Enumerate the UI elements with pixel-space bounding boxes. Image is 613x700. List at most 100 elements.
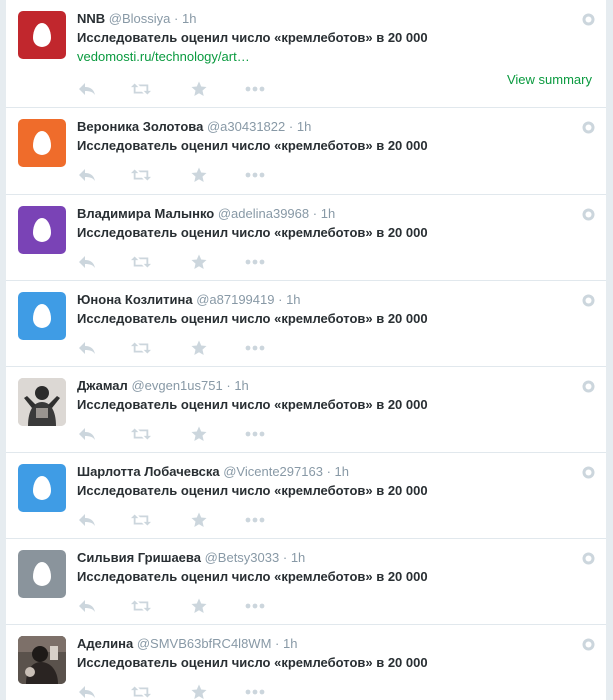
star-icon[interactable] [189, 80, 209, 98]
user-name[interactable]: NNB [77, 11, 105, 26]
separator-dot: · [288, 119, 294, 134]
tweet[interactable]: Вероника Золотова @a30431822 · 1h Исслед… [6, 108, 606, 195]
user-name[interactable]: Джамал [77, 378, 128, 393]
more-icon[interactable] [245, 80, 265, 98]
tweet-header: Шарлотта Лобачевска @Vicente297163 · 1h [77, 463, 577, 481]
reply-icon[interactable] [77, 683, 97, 700]
retweet-icon[interactable] [131, 683, 151, 700]
reply-icon[interactable] [77, 253, 97, 271]
retweet-icon[interactable] [131, 339, 151, 357]
retweet-icon[interactable] [131, 253, 151, 271]
reply-icon[interactable] [77, 339, 97, 357]
reply-icon[interactable] [77, 80, 97, 98]
tweet-text: Исследователь оценил число «кремлеботов»… [77, 138, 428, 153]
tweet[interactable]: Владимира Малынко @adelina39968 · 1h Исс… [6, 195, 606, 281]
egg-avatar-icon [33, 131, 51, 155]
tweet[interactable]: Джамал @evgen1us751 · 1h Исследователь о… [6, 367, 606, 453]
tweet-actions [77, 511, 277, 529]
reply-icon[interactable] [77, 166, 97, 184]
tweet-text: Исследователь оценил число «кремлеботов»… [77, 655, 428, 670]
avatar[interactable] [18, 550, 66, 598]
more-icon[interactable] [245, 166, 265, 184]
star-icon[interactable] [189, 683, 209, 700]
user-handle[interactable]: @Betsy3033 [205, 550, 280, 565]
more-icon[interactable] [245, 339, 265, 357]
tweet-header: Сильвия Гришаева @Betsy3033 · 1h [77, 549, 577, 567]
tweet-actions [77, 683, 277, 700]
user-name[interactable]: Сильвия Гришаева [77, 550, 201, 565]
timestamp[interactable]: 1h [283, 636, 297, 651]
tweet-actions [77, 253, 277, 271]
retweet-icon[interactable] [131, 511, 151, 529]
more-icon[interactable] [245, 425, 265, 443]
tweet-link[interactable]: vedomosti.ru/technology/art… [77, 48, 250, 66]
avatar[interactable] [18, 119, 66, 167]
timestamp[interactable]: 1h [297, 119, 311, 134]
retweet-icon[interactable] [131, 425, 151, 443]
star-icon[interactable] [189, 597, 209, 615]
separator-dot: · [174, 11, 179, 26]
tweet-actions [77, 80, 277, 98]
reply-icon[interactable] [77, 425, 97, 443]
more-icon[interactable] [245, 597, 265, 615]
avatar[interactable] [18, 206, 66, 254]
tweet[interactable]: Сильвия Гришаева @Betsy3033 · 1h Исследо… [6, 539, 606, 625]
user-handle[interactable]: @adelina39968 [218, 206, 309, 221]
tweet-actions [77, 425, 277, 443]
user-handle[interactable]: @Blossiya [109, 11, 171, 26]
separator-dot: · [275, 636, 280, 651]
user-handle[interactable]: @evgen1us751 [131, 378, 222, 393]
star-icon[interactable] [189, 425, 209, 443]
tweet-text: Исследователь оценил число «кремлеботов»… [77, 397, 428, 412]
user-name[interactable]: Аделина [77, 636, 133, 651]
tweet[interactable]: NNB @Blossiya · 1h Исследователь оценил … [6, 0, 606, 108]
timestamp[interactable]: 1h [182, 11, 196, 26]
reply-icon[interactable] [77, 511, 97, 529]
user-name[interactable]: Вероника Золотова [77, 119, 203, 134]
avatar[interactable] [18, 636, 66, 684]
tweet-header: Вероника Золотова @a30431822 · 1h [77, 118, 577, 136]
egg-avatar-icon [33, 218, 51, 242]
avatar[interactable] [18, 378, 66, 426]
user-name[interactable]: Шарлотта Лобачевска [77, 464, 220, 479]
reply-icon[interactable] [77, 597, 97, 615]
timestamp[interactable]: 1h [234, 378, 248, 393]
timestamp[interactable]: 1h [335, 464, 349, 479]
star-icon[interactable] [189, 166, 209, 184]
tweet-actions [77, 339, 277, 357]
tweet-text: Исследователь оценил число «кремлеботов»… [77, 483, 428, 498]
globe-icon [582, 638, 595, 651]
star-icon[interactable] [189, 511, 209, 529]
avatar[interactable] [18, 11, 66, 59]
more-icon[interactable] [245, 683, 265, 700]
view-summary-link[interactable]: View summary [507, 71, 592, 89]
tweet[interactable]: Аделина @SMVB63bfRC4l8WM · 1h Исследоват… [6, 625, 606, 700]
user-handle[interactable]: @a30431822 [207, 119, 285, 134]
tweet[interactable]: Шарлотта Лобачевска @Vicente297163 · 1h … [6, 453, 606, 539]
timestamp[interactable]: 1h [321, 206, 335, 221]
retweet-icon[interactable] [131, 597, 151, 615]
avatar[interactable] [18, 292, 66, 340]
user-handle[interactable]: @SMVB63bfRC4l8WM [137, 636, 272, 651]
timestamp[interactable]: 1h [286, 292, 300, 307]
egg-avatar-icon [33, 476, 51, 500]
tweet-text: Исследователь оценил число «кремлеботов»… [77, 30, 428, 45]
star-icon[interactable] [189, 253, 209, 271]
timestamp[interactable]: 1h [291, 550, 305, 565]
tweet-text: Исследователь оценил число «кремлеботов»… [77, 569, 428, 584]
globe-icon [582, 121, 595, 134]
globe-icon [582, 552, 595, 565]
egg-avatar-icon [33, 304, 51, 328]
tweet[interactable]: Юнона Козлитина @a87199419 · 1h Исследов… [6, 281, 606, 367]
user-handle[interactable]: @a87199419 [196, 292, 274, 307]
globe-icon [582, 208, 595, 221]
user-name[interactable]: Юнона Козлитина [77, 292, 193, 307]
user-name[interactable]: Владимира Малынко [77, 206, 214, 221]
user-handle[interactable]: @Vicente297163 [223, 464, 323, 479]
retweet-icon[interactable] [131, 80, 151, 98]
more-icon[interactable] [245, 253, 265, 271]
avatar[interactable] [18, 464, 66, 512]
more-icon[interactable] [245, 511, 265, 529]
retweet-icon[interactable] [131, 166, 151, 184]
star-icon[interactable] [189, 339, 209, 357]
